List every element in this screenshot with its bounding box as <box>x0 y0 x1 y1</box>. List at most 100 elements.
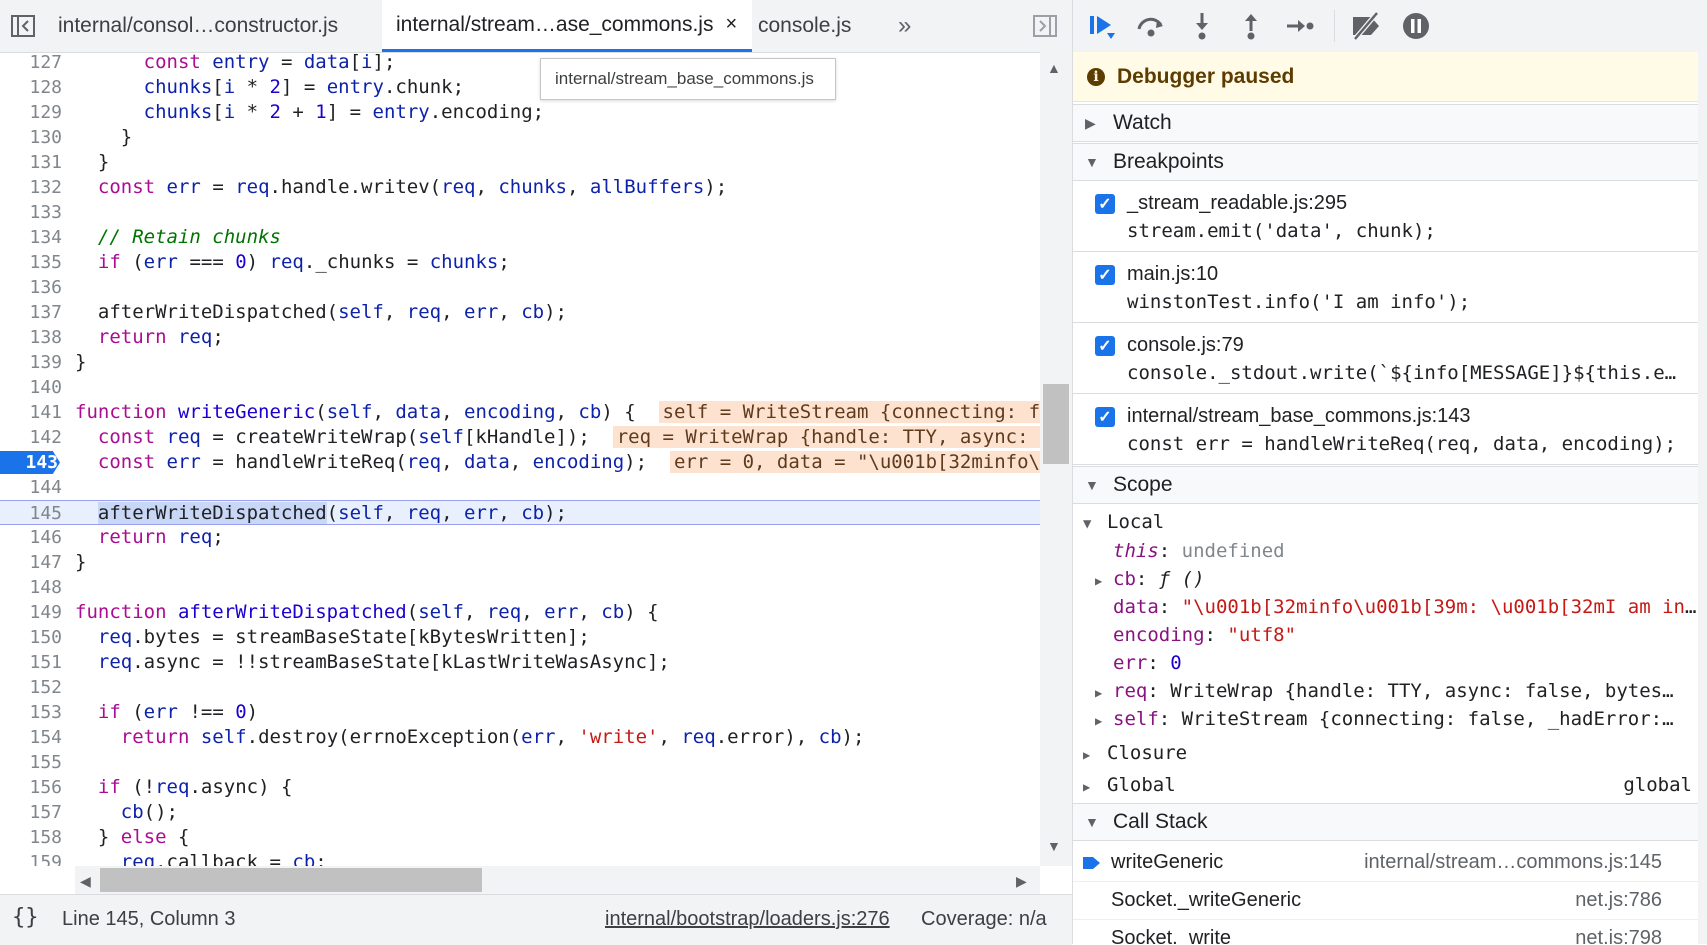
code-line[interactable]: 152 <box>0 675 1040 700</box>
line-number[interactable]: 149 <box>0 600 62 625</box>
source-location-link[interactable]: internal/bootstrap/loaders.js:276 <box>605 908 890 931</box>
line-number[interactable]: 144 <box>0 475 62 500</box>
line-number[interactable]: 157 <box>0 800 62 825</box>
scroll-left-arrow-icon[interactable]: ◀ <box>80 873 91 890</box>
scope-var-err[interactable]: err: 0 <box>1073 649 1707 677</box>
code-line[interactable]: 153 if (err !== 0) <box>0 700 1040 725</box>
code-line[interactable]: 133 <box>0 200 1040 225</box>
line-number[interactable]: 127 <box>0 52 62 75</box>
line-number[interactable]: 130 <box>0 125 62 150</box>
code-line[interactable]: 151 req.async = !!streamBaseState[kLastW… <box>0 650 1040 675</box>
pretty-print-icon[interactable]: {} <box>12 905 39 930</box>
resume-icon[interactable] <box>1083 8 1123 44</box>
code-line[interactable]: 145 afterWriteDispatched(self, req, err,… <box>0 500 1040 525</box>
tab-console-constructor[interactable]: internal/consol…constructor.js <box>58 0 338 52</box>
line-number[interactable]: 159 <box>0 850 62 866</box>
code-line[interactable]: 130 } <box>0 125 1040 150</box>
code-line[interactable]: 139} <box>0 350 1040 375</box>
code-line[interactable]: 155 <box>0 750 1040 775</box>
code-line[interactable]: 154 return self.destroy(errnoException(e… <box>0 725 1040 750</box>
breakpoints-section-header[interactable]: ▼ Breakpoints <box>1073 143 1698 181</box>
code-view[interactable]: 127 const entry = data[i]; 128 chunks[i *… <box>0 52 1040 866</box>
scope-section-header[interactable]: ▼ Scope <box>1073 466 1698 504</box>
code-line[interactable]: 131 } <box>0 150 1040 175</box>
scope-var-this[interactable]: this: undefined <box>1073 537 1707 565</box>
scroll-right-arrow-icon[interactable]: ▶ <box>1016 873 1027 890</box>
code-line[interactable]: 129 chunks[i * 2 + 1] = entry.encoding; <box>0 100 1040 125</box>
breakpoint-item[interactable]: ✓ main.js:10 winstonTest.info('I am info')… <box>1073 253 1698 323</box>
line-number[interactable]: 133 <box>0 200 62 225</box>
toggle-debugger-sidebar-icon[interactable] <box>1030 12 1060 40</box>
toggle-navigator-icon[interactable] <box>8 12 38 40</box>
scope-local-row[interactable]: ▼ Local <box>1073 508 1707 536</box>
line-number[interactable]: 150 <box>0 625 62 650</box>
line-number[interactable]: 128 <box>0 75 62 100</box>
scope-var-cb[interactable]: ▶ cb: ƒ () <box>1073 565 1707 593</box>
horizontal-scroll-thumb[interactable] <box>100 868 482 892</box>
breakpoint-checkbox[interactable]: ✓ <box>1095 265 1115 285</box>
step-over-icon[interactable] <box>1131 8 1171 44</box>
line-number[interactable]: 134 <box>0 225 62 250</box>
line-number[interactable]: 158 <box>0 825 62 850</box>
tab-console-js[interactable]: console.js <box>758 0 851 52</box>
breakpoint-item[interactable]: ✓ console.js:79 console._stdout.write(`${i… <box>1073 324 1698 394</box>
line-number[interactable]: 132 <box>0 175 62 200</box>
code-line[interactable]: 132 const err = req.handle.writev(req, c… <box>0 175 1040 200</box>
call-frame[interactable]: writeGeneric internal/stream…commons.js:1… <box>1073 843 1698 882</box>
scroll-up-arrow-icon[interactable]: ▲ <box>1047 60 1061 76</box>
code-line[interactable]: 127 const entry = data[i]; <box>0 52 1040 75</box>
breakpoint-item[interactable]: ✓ internal/stream_base_commons.js:143 cons… <box>1073 395 1698 465</box>
step-out-icon[interactable] <box>1231 8 1271 44</box>
scope-global-row[interactable]: ▶ Global global <box>1073 771 1707 799</box>
line-number[interactable]: 138 <box>0 325 62 350</box>
code-line[interactable]: 141 function writeGeneric(self, data, enc… <box>0 400 1040 425</box>
code-line[interactable]: 159 req.callback = cb; <box>0 850 1040 866</box>
sidebar-scrollbar[interactable] <box>1698 52 1707 944</box>
line-number[interactable]: 135 <box>0 250 62 275</box>
code-line[interactable]: 128 chunks[i * 2] = entry.chunk; <box>0 75 1040 100</box>
code-line[interactable]: 140 <box>0 375 1040 400</box>
call-stack-section-header[interactable]: ▼ Call Stack <box>1073 803 1698 841</box>
code-line[interactable]: 156 if (!req.async) { <box>0 775 1040 800</box>
breakpoint-checkbox[interactable]: ✓ <box>1095 336 1115 356</box>
step-into-icon[interactable] <box>1182 8 1222 44</box>
code-line[interactable]: 144 <box>0 475 1040 500</box>
line-number[interactable]: 151 <box>0 650 62 675</box>
line-number[interactable]: 148 <box>0 575 62 600</box>
line-number[interactable]: 139 <box>0 350 62 375</box>
scope-var-req[interactable]: ▶ req: WriteWrap {handle: TTY, async: fal… <box>1073 677 1680 705</box>
code-line[interactable]: 137 afterWriteDispatched(self, req, err,… <box>0 300 1040 325</box>
line-number[interactable]: 142 <box>0 425 62 450</box>
breakpoint-checkbox[interactable]: ✓ <box>1095 407 1115 427</box>
line-number[interactable]: 152 <box>0 675 62 700</box>
scope-var-self[interactable]: ▶ self: WriteStream {connecting: false, _… <box>1073 705 1680 733</box>
code-line[interactable]: 147} <box>0 550 1040 575</box>
code-line[interactable]: 157 cb(); <box>0 800 1040 825</box>
code-line[interactable]: 138 return req; <box>0 325 1040 350</box>
step-icon[interactable] <box>1279 8 1319 44</box>
more-tabs-icon[interactable]: » <box>898 0 911 52</box>
code-line[interactable]: 143 const err = handleWriteReq(req, data… <box>0 450 1040 475</box>
code-line[interactable]: 146 return req; <box>0 525 1040 550</box>
line-number[interactable]: 129 <box>0 100 62 125</box>
line-number[interactable]: 153 <box>0 700 62 725</box>
line-number[interactable]: 147 <box>0 550 62 575</box>
line-number[interactable]: 145 <box>0 501 62 526</box>
tab-stream-base-commons[interactable]: internal/stream…ase_commons.js × <box>382 0 752 52</box>
code-line[interactable]: 149 function afterWriteDispatched(self, r… <box>0 600 1040 625</box>
code-line[interactable]: 158 } else { <box>0 825 1040 850</box>
code-line[interactable]: 150 req.bytes = streamBaseState[kBytesWr… <box>0 625 1040 650</box>
line-number[interactable]: 154 <box>0 725 62 750</box>
breakpoint-item[interactable]: ✓ _stream_readable.js:295 stream.emit('dat… <box>1073 182 1698 252</box>
line-number[interactable]: 140 <box>0 375 62 400</box>
line-number[interactable]: 156 <box>0 775 62 800</box>
code-line[interactable]: 136 <box>0 275 1040 300</box>
vertical-scroll-thumb[interactable] <box>1043 384 1069 464</box>
close-tab-icon[interactable]: × <box>725 13 737 36</box>
line-number[interactable]: 155 <box>0 750 62 775</box>
scope-var-encoding[interactable]: encoding: "utf8" <box>1073 621 1707 649</box>
code-line[interactable]: 135 if (err === 0) req._chunks = chunks; <box>0 250 1040 275</box>
pause-on-exceptions-icon[interactable] <box>1396 8 1436 44</box>
deactivate-breakpoints-icon[interactable] <box>1346 8 1386 44</box>
line-number[interactable]: 141 <box>0 400 62 425</box>
